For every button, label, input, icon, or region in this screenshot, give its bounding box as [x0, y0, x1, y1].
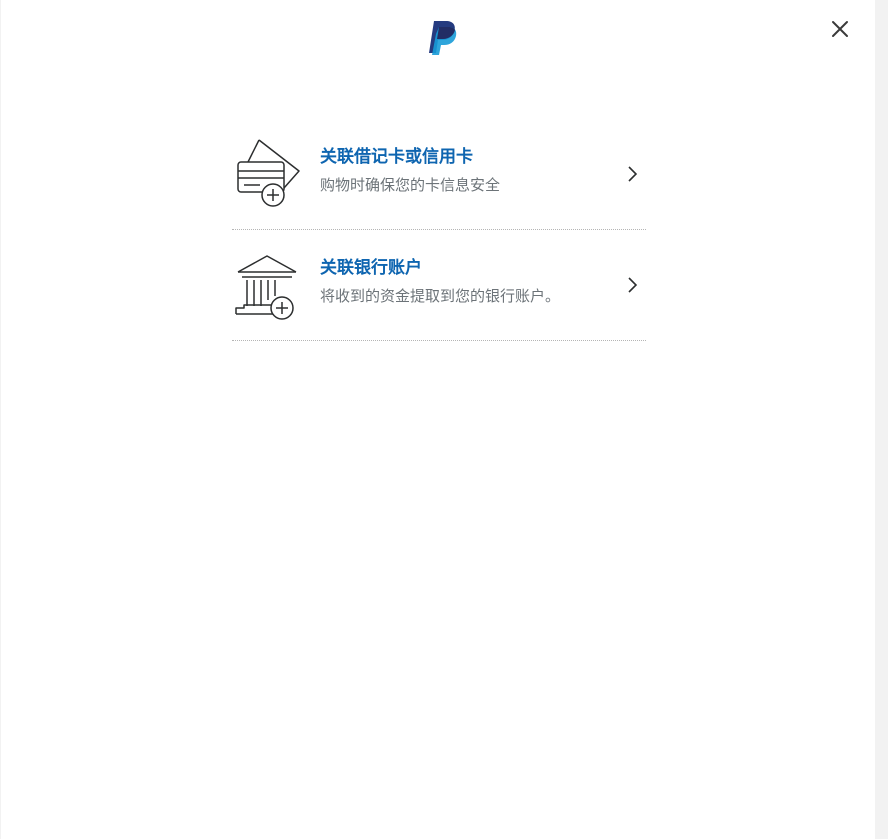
close-button[interactable] — [827, 16, 853, 42]
option-title: 关联借记卡或信用卡 — [320, 147, 473, 167]
options-list: 关联借记卡或信用卡 购物时确保您的卡信息安全 关联银行账户 将收到的资金提取到您… — [232, 119, 646, 341]
close-icon — [832, 21, 848, 37]
chevron-right-icon — [626, 165, 638, 183]
link-card-option[interactable]: 关联借记卡或信用卡 购物时确保您的卡信息安全 — [232, 119, 646, 230]
chevron-right-icon — [626, 276, 638, 294]
link-bank-option[interactable]: 关联银行账户 将收到的资金提取到您的银行账户。 — [232, 230, 646, 341]
bank-add-icon — [232, 250, 302, 322]
link-account-dialog: 关联借记卡或信用卡 购物时确保您的卡信息安全 关联银行账户 将收到的资金提取到您… — [1, 0, 875, 839]
paypal-logo-icon — [421, 18, 459, 58]
card-add-icon — [232, 138, 302, 210]
option-description: 购物时确保您的卡信息安全 — [320, 176, 501, 194]
option-title: 关联银行账户 — [320, 258, 422, 278]
option-description: 将收到的资金提取到您的银行账户。 — [320, 287, 561, 305]
